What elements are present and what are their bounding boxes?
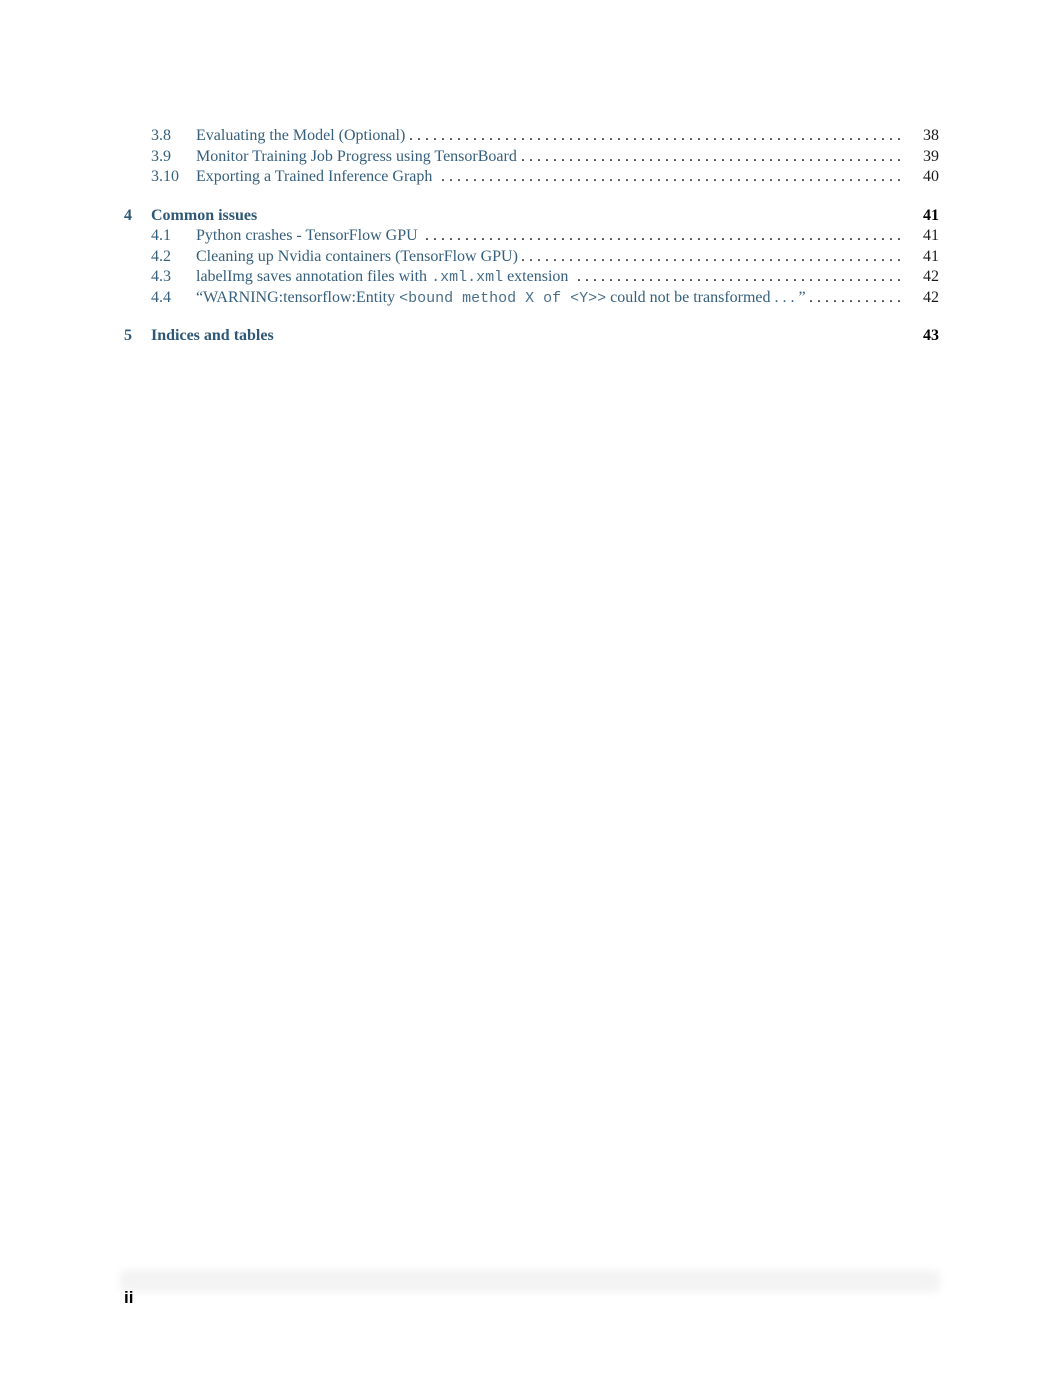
toc-entry-4-1[interactable]: 4.1 Python crashes - TensorFlow GPU . . …: [124, 226, 939, 247]
toc-entry-number: 4.2: [151, 247, 171, 265]
toc-entry-title[interactable]: labelImg saves annotation files with .xm…: [196, 267, 573, 288]
chapter-title[interactable]: Indices and tables: [151, 326, 274, 346]
page-number: ii: [124, 1288, 134, 1307]
chapter-title[interactable]: Common issues: [151, 206, 257, 226]
toc-entry-number: 3.10: [151, 168, 179, 185]
toc-entry-4-3[interactable]: 4.3 labelImg saves annotation files with…: [124, 267, 939, 288]
chapter-page: 41: [923, 206, 939, 224]
toc-entry-number: 4.4: [151, 288, 171, 306]
toc-entry-title[interactable]: Cleaning up Nvidia containers (TensorFlo…: [196, 246, 522, 267]
toc-entry-number: 3.9: [151, 147, 171, 165]
title-text: labelImg saves annotation files with: [196, 268, 432, 285]
toc-entry-page: 39: [923, 147, 939, 165]
title-text: extension: [503, 268, 569, 285]
toc-chapter-5[interactable]: 5 Indices and tables 43: [124, 326, 939, 347]
toc-entry-title[interactable]: Exporting a Trained Inference Graph: [196, 167, 437, 187]
toc-entry-3-9[interactable]: 3.9 Monitor Training Job Progress using …: [124, 146, 939, 168]
chapter-number: 4: [124, 206, 132, 224]
toc-entry-title[interactable]: Python crashes - TensorFlow GPU: [196, 226, 422, 246]
toc-entry-title[interactable]: “WARNING:tensorflow:Entity <bound method…: [196, 287, 810, 309]
toc-entry-page: 42: [923, 268, 939, 285]
toc-entry-number: 4.3: [151, 268, 171, 285]
toc-entry-page: 41: [923, 247, 939, 265]
toc-entry-number: 3.8: [151, 127, 171, 144]
title-text: “WARNING:tensorflow:Entity: [196, 288, 400, 306]
title-code: .xml.xml: [431, 269, 504, 286]
toc-entry-3-8[interactable]: 3.8 Evaluating the Model (Optional) . . …: [124, 126, 939, 147]
toc-entry-3-10[interactable]: 3.10 Exporting a Trained Inference Graph…: [124, 167, 939, 188]
title-text: could not be transformed . . . ”: [606, 288, 806, 306]
title-code: <bound method X of <Y>>: [399, 289, 607, 307]
chapter-number: 5: [124, 327, 132, 344]
toc-entry-title[interactable]: Evaluating the Model (Optional): [196, 126, 410, 146]
chapter-page: 43: [923, 327, 939, 344]
toc-entry-4-4[interactable]: 4.4 “WARNING:tensorflow:Entity <bound me…: [124, 287, 939, 309]
footer-rule: [120, 1270, 940, 1292]
toc-entry-page: 40: [923, 168, 939, 185]
toc-entry-page: 41: [923, 227, 939, 244]
toc-chapter-4[interactable]: 4 Common issues 41: [124, 206, 939, 227]
toc-entry-title[interactable]: Monitor Training Job Progress using Tens…: [196, 146, 521, 167]
toc-entry-page: 42: [923, 288, 939, 306]
toc-entry-number: 4.1: [151, 227, 171, 244]
toc-entry-page: 38: [923, 127, 939, 144]
table-of-contents: 3.8 Evaluating the Model (Optional) . . …: [124, 126, 939, 347]
toc-entry-4-2[interactable]: 4.2 Cleaning up Nvidia containers (Tenso…: [124, 246, 939, 268]
